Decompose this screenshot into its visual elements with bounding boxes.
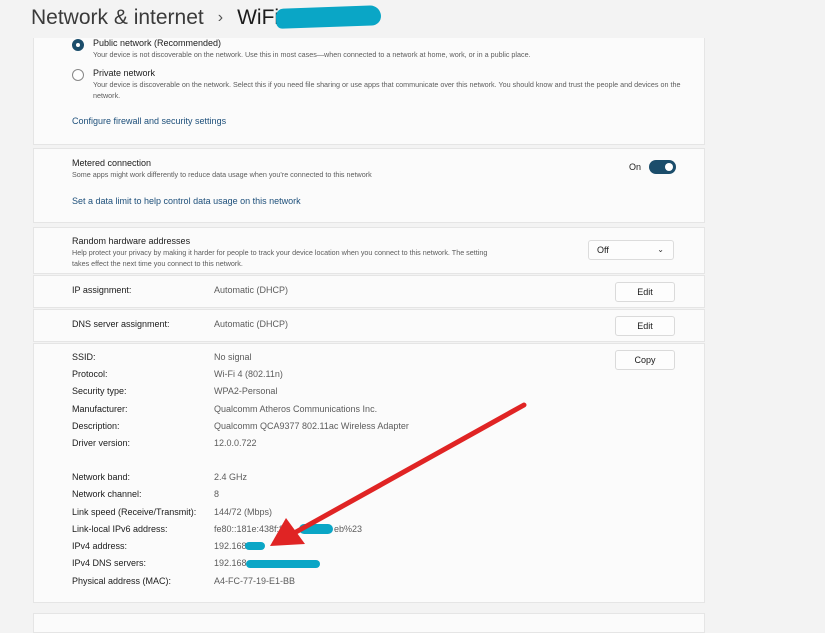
public-network-label: Public network (Recommended): [93, 38, 222, 48]
redaction-mark: [246, 560, 320, 568]
prop-value: WPA2-Personal: [214, 386, 278, 396]
prop-key: Security type:: [72, 386, 127, 396]
prop-key: Protocol:: [72, 369, 108, 379]
properties-card: Copy SSID: No signal Protocol: Wi-Fi 4 (…: [33, 343, 705, 603]
prop-value: A4-FC-77-19-E1-BB: [214, 576, 296, 586]
dns-assignment-card: DNS server assignment: Automatic (DHCP) …: [33, 309, 705, 342]
ip-assignment-value: Automatic (DHCP): [214, 285, 289, 295]
metered-toggle-group: On: [629, 160, 676, 174]
breadcrumb-network-internet[interactable]: Network & internet: [31, 6, 204, 30]
network-profile-card: Public network (Recommended) Your device…: [33, 38, 705, 145]
prop-key: Link speed (Receive/Transmit):: [72, 507, 197, 517]
dns-edit-button[interactable]: Edit: [615, 316, 675, 336]
firewall-settings-link[interactable]: Configure firewall and security settings: [72, 116, 226, 126]
random-hw-card: Random hardware addresses Help protect y…: [33, 227, 705, 274]
dns-assignment-label: DNS server assignment:: [72, 319, 170, 329]
redaction-mark: [299, 524, 333, 534]
copy-button[interactable]: Copy: [615, 350, 675, 370]
prop-value: 144/72 (Mbps): [214, 507, 273, 517]
prop-key: SSID:: [72, 352, 96, 362]
prop-key: IPv4 DNS servers:: [72, 558, 147, 568]
prop-key: Description:: [72, 421, 120, 431]
ip-edit-button[interactable]: Edit: [615, 282, 675, 302]
ip-assignment-label: IP assignment:: [72, 285, 132, 295]
metered-connection-card: Metered connection Some apps might work …: [33, 148, 705, 223]
prop-key: Link-local IPv6 address:: [72, 524, 168, 534]
prop-key: Physical address (MAC):: [72, 576, 172, 586]
prop-value: 192.168: [214, 558, 247, 568]
prop-value: Wi-Fi 4 (802.11n): [214, 369, 283, 379]
prop-key: Driver version:: [72, 438, 131, 448]
prop-value: 8: [214, 489, 220, 499]
radio-selected-icon[interactable]: [72, 39, 84, 51]
prop-value: fe80::181e:438f:8: [214, 524, 285, 534]
prop-value: 2.4 GHz: [214, 472, 248, 482]
private-network-label: Private network: [93, 68, 156, 78]
random-hw-title: Random hardware addresses: [72, 236, 191, 246]
redaction-mark: [245, 542, 265, 550]
random-hw-desc-1: Help protect your privacy by making it h…: [72, 248, 488, 257]
random-hw-dropdown[interactable]: Off ⌄: [588, 240, 674, 260]
public-network-option[interactable]: Public network (Recommended) Your device…: [72, 38, 693, 60]
metered-toggle-label: On: [628, 162, 641, 172]
prop-key: Network channel:: [72, 489, 142, 499]
dns-assignment-value: Automatic (DHCP): [214, 319, 289, 329]
prop-value-tail: eb%23: [334, 524, 363, 534]
breadcrumb-separator-icon: ›: [217, 9, 224, 26]
prop-value: No signal: [214, 352, 252, 362]
data-limit-link[interactable]: Set a data limit to help control data us…: [72, 196, 301, 206]
ip-assignment-card: IP assignment: Automatic (DHCP) Edit: [33, 275, 705, 308]
prop-value: Qualcomm QCA9377 802.11ac Wireless Adapt…: [214, 421, 409, 431]
prop-value: Qualcomm Atheros Communications Inc.: [214, 404, 378, 414]
redaction-mark: [275, 5, 382, 29]
prop-key: Network band:: [72, 472, 131, 482]
private-network-option[interactable]: Private network Your device is discovera…: [72, 68, 693, 101]
prop-key: Manufacturer:: [72, 404, 128, 414]
metered-title: Metered connection: [72, 158, 152, 168]
chevron-down-icon: ⌄: [657, 245, 664, 254]
next-card: [33, 613, 705, 633]
public-network-desc: Your device is not discoverable on the n…: [93, 50, 531, 59]
random-hw-desc-2: takes effect the next time you connect t…: [72, 259, 243, 268]
metered-toggle[interactable]: [649, 160, 676, 174]
private-network-desc: Your device is discoverable on the netwo…: [93, 80, 681, 100]
metered-desc: Some apps might work differently to redu…: [72, 170, 372, 179]
prop-value: 192.168.: [214, 541, 250, 551]
prop-key: IPv4 address:: [72, 541, 128, 551]
page-title: WiFi: [237, 6, 280, 29]
random-hw-value: Off: [597, 245, 609, 255]
prop-value: 12.0.0.722: [214, 438, 257, 448]
radio-unselected-icon[interactable]: [72, 69, 84, 81]
breadcrumb: Network & internet › WiFi: [31, 4, 279, 32]
